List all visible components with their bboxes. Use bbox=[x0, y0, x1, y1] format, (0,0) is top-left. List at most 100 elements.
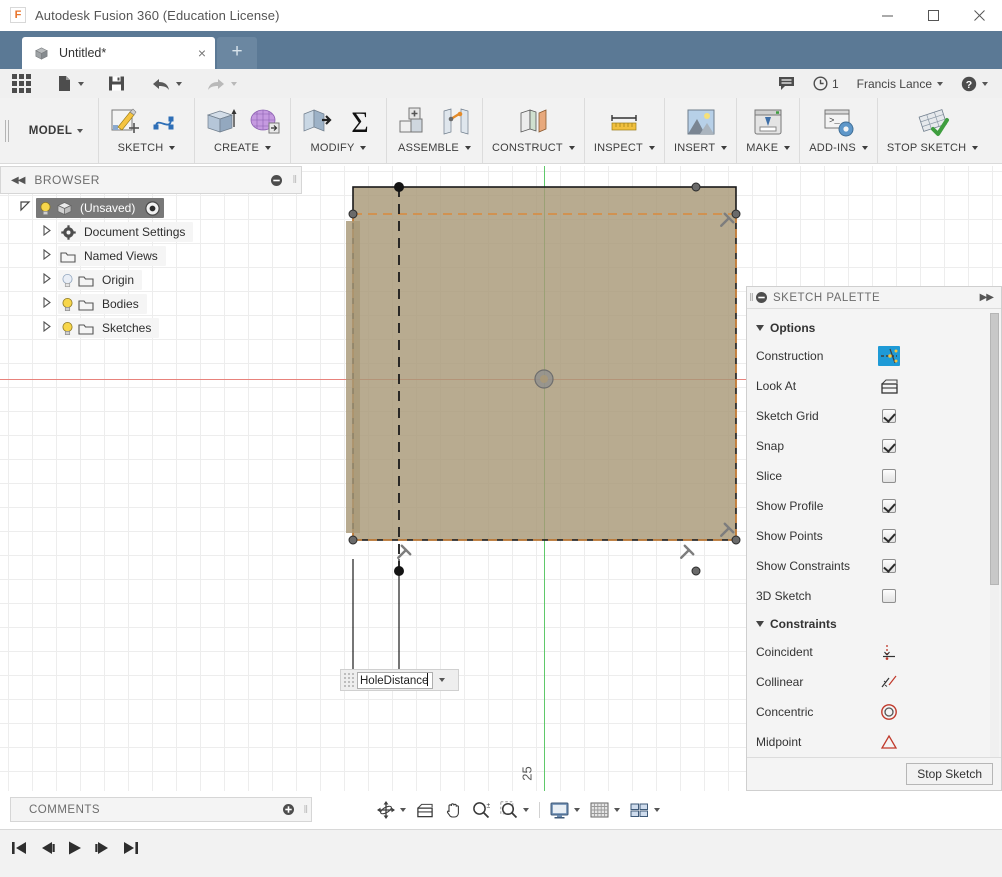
palette-row-look-at[interactable]: Look At bbox=[747, 371, 1001, 401]
pan-hand-icon[interactable] bbox=[439, 798, 467, 822]
look-at-icon[interactable] bbox=[411, 798, 439, 822]
ribbon-label-construct[interactable]: CONSTRUCT bbox=[492, 142, 575, 154]
palette-row-3d-sketch[interactable]: 3D Sketch bbox=[747, 581, 1001, 611]
minus-circle-icon[interactable] bbox=[271, 174, 283, 186]
workspace-selector[interactable]: MODEL bbox=[14, 98, 98, 163]
panel-resize-grip[interactable]: ‖ bbox=[747, 292, 756, 304]
offset-plane-icon[interactable] bbox=[516, 105, 550, 139]
redo-arrow-icon[interactable] bbox=[200, 69, 243, 98]
extrude-icon[interactable] bbox=[204, 105, 238, 139]
ribbon-label-assemble[interactable]: ASSEMBLE bbox=[398, 142, 471, 154]
palette-scrollbar-thumb[interactable] bbox=[990, 313, 999, 585]
expand-arrow-icon[interactable] bbox=[36, 248, 58, 263]
close-icon[interactable]: × bbox=[189, 46, 215, 60]
close-icon[interactable] bbox=[956, 0, 1002, 30]
palette-row-sketch-grid[interactable]: Sketch Grid bbox=[747, 401, 1001, 431]
maximize-icon[interactable] bbox=[910, 0, 956, 30]
ribbon-label-addins[interactable]: ADD-INS bbox=[809, 142, 868, 154]
dimension-value-label[interactable]: 25 bbox=[520, 766, 535, 780]
palette-row-midpoint[interactable]: Midpoint bbox=[747, 727, 1001, 757]
stop-sketch-button[interactable]: Stop Sketch bbox=[906, 763, 993, 785]
play-icon[interactable] bbox=[66, 840, 84, 859]
slice-checkbox[interactable] bbox=[876, 469, 902, 483]
sigma-icon[interactable]: Σ bbox=[343, 105, 377, 139]
insert-image-icon[interactable] bbox=[684, 105, 718, 139]
jobs-status[interactable]: 1 bbox=[804, 69, 848, 98]
palette-row-coincident[interactable]: Coincident bbox=[747, 637, 1001, 667]
user-menu[interactable]: Francis Lance bbox=[848, 69, 952, 98]
light-bulb-icon[interactable] bbox=[58, 321, 76, 336]
ribbon-grip[interactable] bbox=[0, 98, 14, 163]
light-bulb-icon[interactable] bbox=[36, 201, 54, 216]
tree-item-sketches[interactable]: Sketches bbox=[14, 316, 302, 340]
step-back-icon[interactable] bbox=[38, 840, 56, 859]
light-bulb-icon[interactable] bbox=[58, 273, 76, 288]
palette-row-show-constraints[interactable]: Show Constraints bbox=[747, 551, 1001, 581]
activate-component-radio[interactable] bbox=[145, 200, 161, 216]
collinear-constraint-icon[interactable] bbox=[876, 673, 902, 691]
expand-arrow-icon[interactable] bbox=[36, 296, 58, 311]
grid-apps-icon[interactable] bbox=[0, 69, 37, 98]
palette-row-slice[interactable]: Slice bbox=[747, 461, 1001, 491]
speech-bubble-icon[interactable] bbox=[769, 69, 804, 98]
scripts-addins-icon[interactable]: >_ bbox=[822, 105, 856, 139]
palette-row-collinear[interactable]: Collinear bbox=[747, 667, 1001, 697]
minimize-icon[interactable] bbox=[864, 0, 910, 30]
ribbon-label-make[interactable]: MAKE bbox=[746, 142, 791, 154]
chevron-down-icon[interactable] bbox=[433, 678, 451, 682]
expand-arrow-icon[interactable] bbox=[14, 201, 36, 215]
tree-item-document-settings[interactable]: Document Settings bbox=[14, 220, 302, 244]
orbit-icon[interactable] bbox=[372, 798, 411, 822]
palette-section-constraints[interactable]: Constraints bbox=[747, 611, 1001, 637]
display-settings-icon[interactable] bbox=[545, 798, 585, 822]
help-menu[interactable]: ? bbox=[952, 69, 1002, 98]
palette-section-options[interactable]: Options bbox=[747, 315, 1001, 341]
tree-item-origin[interactable]: Origin bbox=[14, 268, 302, 292]
spline-icon[interactable] bbox=[151, 105, 185, 139]
panel-resize-grip[interactable]: ‖ bbox=[303, 804, 308, 816]
panel-resize-grip[interactable]: ‖ bbox=[292, 174, 297, 186]
dimension-name-input[interactable]: HoleDistance bbox=[357, 671, 433, 689]
form-icon[interactable] bbox=[247, 105, 281, 139]
show-points-checkbox[interactable] bbox=[876, 529, 902, 543]
joint-icon[interactable] bbox=[439, 105, 473, 139]
create-sketch-icon[interactable] bbox=[108, 105, 142, 139]
viewports-icon[interactable] bbox=[625, 798, 665, 822]
double-chevron-right-icon[interactable]: ▶▶ bbox=[980, 292, 994, 303]
measure-ruler-icon[interactable] bbox=[607, 105, 641, 139]
go-to-beginning-icon[interactable] bbox=[10, 840, 28, 859]
plus-circle-icon[interactable] bbox=[283, 804, 295, 815]
ribbon-label-insert[interactable]: INSERT bbox=[674, 142, 728, 154]
stop-sketch-icon[interactable] bbox=[916, 105, 950, 139]
expand-arrow-icon[interactable] bbox=[36, 320, 58, 335]
ribbon-label-inspect[interactable]: INSPECT bbox=[594, 142, 655, 154]
3d-sketch-checkbox[interactable] bbox=[876, 589, 902, 603]
palette-row-construction[interactable]: Construction bbox=[747, 341, 1001, 371]
save-floppy-icon[interactable] bbox=[102, 69, 131, 98]
expand-arrow-icon[interactable] bbox=[36, 272, 58, 287]
go-to-end-icon[interactable] bbox=[122, 840, 140, 859]
expand-arrow-icon[interactable] bbox=[36, 224, 58, 239]
ribbon-label-create[interactable]: CREATE bbox=[214, 142, 271, 154]
palette-row-concentric[interactable]: Concentric bbox=[747, 697, 1001, 727]
show-constraints-checkbox[interactable] bbox=[876, 559, 902, 573]
dimension-input-field[interactable]: HoleDistance bbox=[340, 669, 459, 691]
coincident-constraint-icon[interactable] bbox=[876, 643, 902, 661]
zoom-window-icon[interactable] bbox=[495, 798, 534, 822]
palette-row-snap[interactable]: Snap bbox=[747, 431, 1001, 461]
sketch-grid-checkbox[interactable] bbox=[876, 409, 902, 423]
comments-panel[interactable]: COMMENTS ‖ bbox=[10, 797, 312, 822]
light-bulb-icon[interactable] bbox=[58, 297, 76, 312]
snap-checkbox[interactable] bbox=[876, 439, 902, 453]
look-at-icon[interactable] bbox=[876, 378, 902, 395]
construction-geometry-icon[interactable] bbox=[876, 346, 902, 366]
new-tab-button[interactable]: + bbox=[217, 37, 257, 69]
ribbon-label-modify[interactable]: MODIFY bbox=[311, 142, 367, 154]
zoom-icon[interactable]: ± bbox=[467, 798, 495, 822]
show-profile-checkbox[interactable] bbox=[876, 499, 902, 513]
palette-row-show-profile[interactable]: Show Profile bbox=[747, 491, 1001, 521]
file-icon[interactable] bbox=[51, 69, 90, 98]
tree-item-unsaved[interactable]: (Unsaved) bbox=[14, 196, 302, 220]
palette-row-show-points[interactable]: Show Points bbox=[747, 521, 1001, 551]
tree-item-named-views[interactable]: Named Views bbox=[14, 244, 302, 268]
